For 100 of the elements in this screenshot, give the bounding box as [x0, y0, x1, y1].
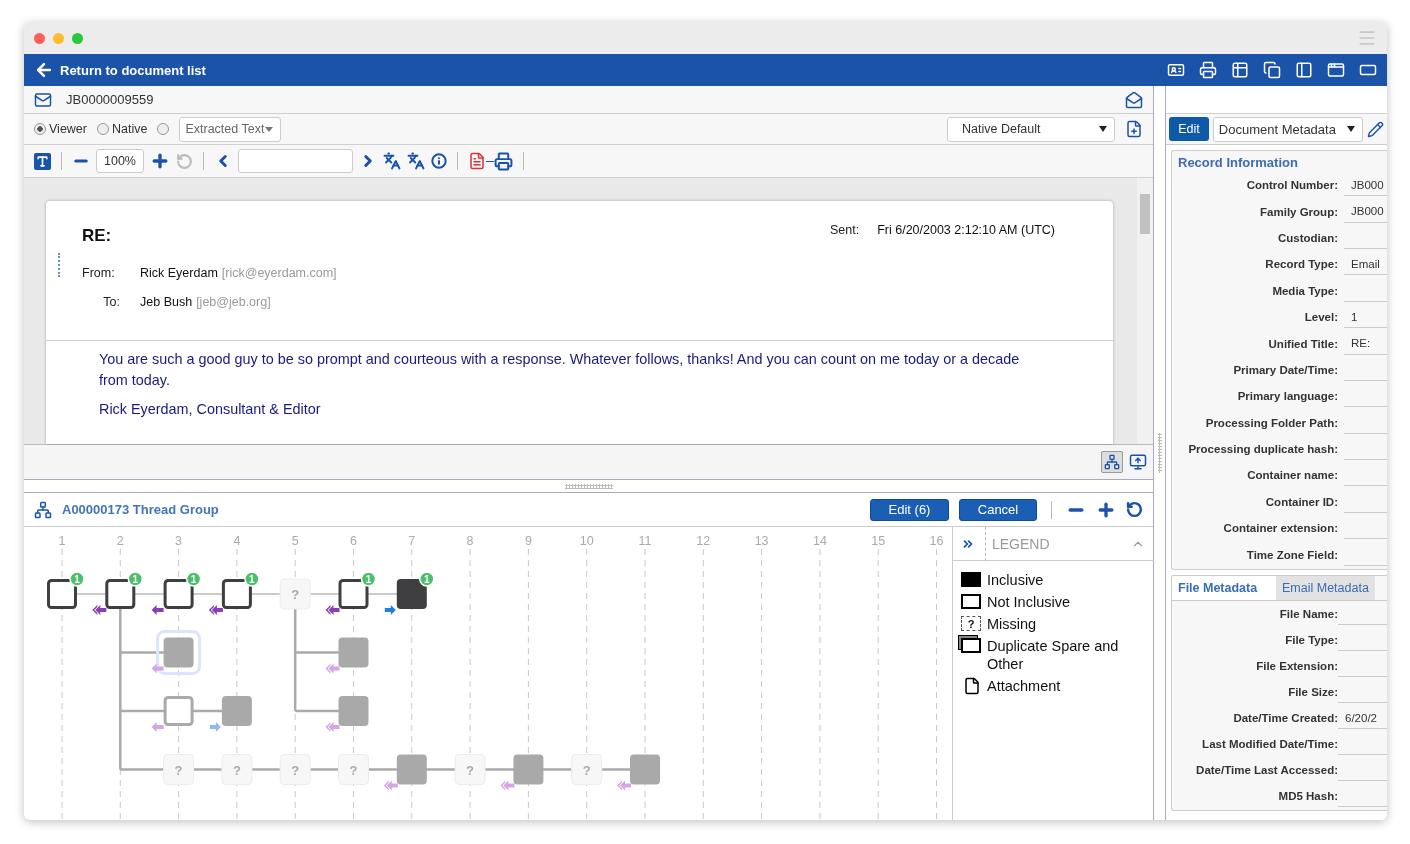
reply-all-arrow-icon — [500, 780, 515, 791]
metadata-tab[interactable]: Email Metadata — [1276, 576, 1375, 600]
message-node[interactable] — [383, 754, 427, 791]
metadata-tab[interactable]: File Metadata — [1172, 576, 1276, 600]
resize-handle[interactable] — [1157, 433, 1162, 473]
page-field[interactable] — [238, 149, 353, 173]
missing-mark: ? — [232, 762, 241, 778]
pencil-icon[interactable] — [1367, 120, 1384, 138]
message-node[interactable] — [209, 696, 252, 732]
column-number: 1 — [58, 534, 66, 548]
missing-message-node[interactable]: ? — [163, 754, 195, 785]
missing-message-node[interactable]: ? — [279, 578, 311, 610]
native-select[interactable]: Native Default — [947, 116, 1115, 142]
missing-message-node[interactable]: ? — [338, 754, 369, 785]
column-number: 13 — [754, 534, 769, 548]
window-icon[interactable] — [1327, 61, 1345, 79]
column-number: 7 — [408, 534, 416, 548]
legend-label: Attachment — [987, 677, 1062, 695]
message-node[interactable] — [151, 696, 194, 732]
field-label: Time Zone Field: — [1245, 548, 1339, 561]
inclusive-swatch — [961, 572, 981, 587]
field-label: Processing Folder Path: — [1204, 416, 1339, 429]
scrollbar[interactable] — [1137, 178, 1153, 444]
count-badge: 1 — [69, 571, 85, 587]
field-label: Date/Time Last Accessed: — [1195, 764, 1339, 776]
text-format-icon[interactable] — [34, 152, 51, 170]
message-node[interactable]: 1 — [384, 571, 435, 615]
field-label: Primary language: — [1236, 390, 1339, 403]
message-node[interactable] — [500, 754, 544, 791]
add-document-icon[interactable] — [1125, 120, 1143, 138]
reply-all-arrow-icon — [383, 780, 398, 791]
missing-swatch: ? — [961, 616, 981, 631]
column-number: 8 — [466, 534, 474, 548]
view-radio[interactable]: Viewer — [34, 122, 87, 136]
message-node[interactable] — [325, 637, 369, 674]
field-label: File Extension: — [1255, 660, 1339, 672]
message-node[interactable]: 1 — [92, 571, 144, 615]
duplicate-swatch — [961, 638, 981, 653]
text-source-select[interactable]: Extracted Text — [179, 116, 282, 142]
close-dot[interactable] — [34, 32, 45, 44]
pdf-to-print-icon[interactable] — [468, 151, 513, 171]
missing-message-node[interactable]: ? — [279, 754, 311, 785]
metadata-select[interactable]: Document Metadata — [1212, 116, 1364, 142]
edit-button[interactable]: Edit — [1169, 117, 1209, 141]
table-icon[interactable] — [1231, 61, 1249, 79]
cancel-button[interactable]: Cancel — [959, 498, 1037, 521]
count-badge: 1 — [185, 571, 202, 587]
return-link[interactable]: Return to document list — [34, 60, 206, 80]
reset-icon[interactable] — [1126, 501, 1143, 518]
field-value: Email — [1344, 253, 1387, 276]
message-node[interactable] — [151, 630, 202, 675]
sender-name: Rick Eyerdam — [140, 266, 218, 280]
view-radio[interactable] — [157, 123, 170, 135]
id-card-icon[interactable] — [1167, 61, 1185, 79]
field-label: Control Number: — [1245, 179, 1339, 192]
view-radio[interactable]: Native — [97, 122, 148, 136]
screen-icon[interactable] — [1129, 453, 1147, 471]
translate-icon[interactable] — [407, 152, 425, 170]
missing-message-node[interactable]: ? — [571, 754, 603, 785]
message-node[interactable] — [617, 754, 660, 791]
legend-label: Duplicate Spare and Other — [987, 637, 1120, 673]
message-node[interactable]: 1 — [208, 571, 260, 615]
legend-label: Inclusive — [987, 571, 1045, 589]
message-node[interactable]: 1 — [325, 571, 377, 615]
reply-all-arrow-icon — [208, 605, 223, 615]
translate-icon[interactable] — [383, 152, 401, 170]
to-label: To: — [102, 295, 121, 309]
panel-icon[interactable] — [1295, 61, 1313, 79]
minimize-dot[interactable] — [53, 32, 64, 44]
forward-arrow-icon — [384, 605, 396, 615]
field-label: Date/Time Created: — [1232, 712, 1339, 724]
splitter-handle[interactable] — [564, 483, 613, 489]
zoom-in-icon[interactable] — [150, 151, 170, 171]
missing-mark: ? — [291, 762, 300, 778]
column-number: 9 — [524, 534, 532, 548]
field-label: Container extension: — [1222, 522, 1339, 535]
missing-mark: ? — [582, 762, 591, 778]
field-value: 6/20/2 — [1338, 707, 1387, 729]
count-badge: 1 — [360, 571, 377, 587]
message-node[interactable] — [325, 696, 369, 732]
info-icon[interactable] — [431, 153, 447, 169]
legend-label: Not Inclusive — [987, 593, 1071, 611]
document-id: JB0000009559 — [66, 92, 154, 107]
stacked-windows-icon[interactable] — [1263, 61, 1281, 79]
message-node[interactable]: 1 — [151, 571, 202, 615]
zoom-field[interactable]: 100% — [96, 149, 144, 173]
maximize-dot[interactable] — [72, 32, 83, 44]
column-number: 11 — [638, 534, 652, 548]
missing-message-node[interactable]: ? — [454, 754, 486, 785]
missing-message-node[interactable]: ? — [221, 754, 253, 785]
reply-arrow-icon — [151, 722, 164, 732]
field-value: JB000 — [1344, 200, 1387, 223]
reply-all-arrow-icon — [325, 663, 340, 674]
sent-label: Sent: — [829, 223, 860, 239]
column-number: 5 — [291, 534, 299, 548]
column-number: 12 — [696, 534, 711, 548]
printer-icon[interactable] — [1199, 61, 1217, 79]
thread-view-icon[interactable] — [1101, 451, 1123, 473]
field-label: MD5 Hash: — [1277, 790, 1339, 802]
edit-button[interactable]: Edit (6) — [870, 498, 949, 521]
